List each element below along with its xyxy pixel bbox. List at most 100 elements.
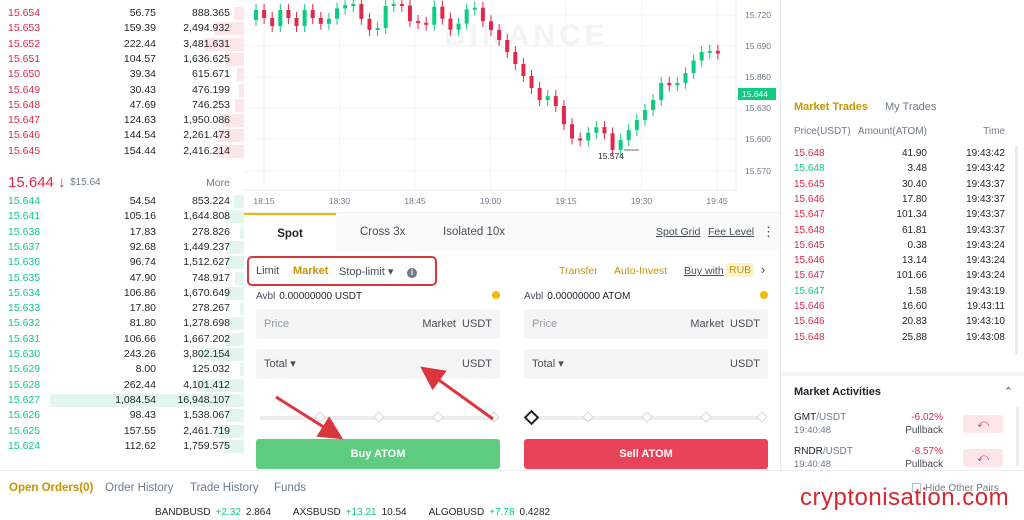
candle [586,132,591,141]
slider-node-100[interactable] [488,411,500,423]
bid-row[interactable]: 15.636 96.74 1,512.627 [0,255,244,270]
sell-total-input[interactable]: Total ▾ USDT [524,349,768,379]
order-price: 15.626 [8,409,41,422]
currency-badge[interactable]: RUB [726,263,755,277]
trade-row: 15.648 41.90 19:43:42 [781,146,1024,161]
trade-time: 19:43:42 [966,148,1005,159]
order-price: 15.633 [8,302,41,315]
coin-icon[interactable] [760,291,768,299]
tab-open-orders[interactable]: Open Orders(0) [9,482,93,494]
tab-market-trades[interactable]: Market Trades [794,101,868,113]
tab-spot[interactable]: Spot [244,213,336,251]
buy-with-link[interactable]: Buy with [684,265,724,277]
trade-price: 15.645 [794,239,825,251]
chevron-right-icon[interactable]: › [761,262,765,277]
bid-row[interactable]: 15.631 106.66 1,667.202 [0,332,244,347]
buy-price-field[interactable]: Price Market USDT [256,309,500,339]
more-vertical-icon[interactable]: ⋮ [762,224,775,240]
fee-level-link[interactable]: Fee Level [708,226,754,238]
coin-icon[interactable] [492,291,500,299]
slider-node-75[interactable] [432,411,444,423]
bid-row[interactable]: 15.628 262.44 4,101.412 [0,378,244,393]
order-total: 2,461.719 [183,424,230,437]
ask-row[interactable]: 15.646 144.54 2,261.473 [0,128,244,143]
ask-row[interactable]: 15.649 30.43 476.199 [0,83,244,98]
total-unit: USDT [462,358,492,370]
order-amount: 17.80 [129,302,156,315]
bid-row[interactable]: 15.641 105.16 1,644.808 [0,209,244,224]
bid-row[interactable]: 15.625 157.55 2,461.719 [0,424,244,439]
slider-node-25[interactable] [582,411,594,423]
ticker-item[interactable]: ALGOBUSD +7.78 0.4282 [429,507,564,518]
total-dropdown[interactable]: Total ▾ [264,349,296,379]
sell-button[interactable]: Sell ATOM [524,439,768,469]
bid-row[interactable]: 15.624 112.62 1,759.575 [0,439,244,454]
candle [383,5,388,29]
ask-row[interactable]: 15.647 124.63 1,950.086 [0,113,244,128]
total-dropdown[interactable]: Total ▾ [532,349,564,379]
ask-row[interactable]: 15.652 222.44 3,481.631 [0,37,244,52]
activity-item[interactable]: GMT/USDT 19:40:48 -6.02% Pullback ⤺ [781,412,1024,442]
order-price: 15.637 [8,240,41,253]
buy-amount-slider[interactable] [260,411,500,423]
ask-row[interactable]: 15.654 56.75 888.365 [0,6,244,21]
trades-scrollbar[interactable] [1015,145,1018,355]
sell-price-field[interactable]: Price Market USDT [524,309,768,339]
bid-row[interactable]: 15.627 1,084.54 16,948.107 [0,393,244,408]
tab-order-history[interactable]: Order History [105,482,173,494]
bid-row[interactable]: 15.644 54.54 853.224 [0,194,244,209]
bid-row[interactable]: 15.633 17.80 278.267 [0,301,244,316]
bid-row[interactable]: 15.630 243.26 3,802.154 [0,347,244,362]
tab-cross[interactable]: Cross 3x [360,213,405,251]
trade-time: 19:43:42 [966,163,1005,175]
candle [651,100,656,110]
tab-isolated[interactable]: Isolated 10x [443,213,505,251]
ask-row[interactable]: 15.650 39.34 615.671 [0,67,244,82]
order-amount: 262.44 [123,378,156,391]
price-chart[interactable]: 18:15 18:30 18:45 19:00 19:15 19:30 19:45 15.72… [244,0,780,212]
bid-row[interactable]: 15.634 106.86 1,670.649 [0,286,244,301]
activity-quote: /USDT [822,446,853,457]
order-total: 3,481.631 [183,37,230,50]
activity-time: 19:40:48 [794,459,831,470]
slider-node-50[interactable] [641,411,653,423]
more-link[interactable]: More [206,177,230,189]
candlestick-chart-svg[interactable]: 18:15 18:30 18:45 19:00 19:15 19:30 19:45 15.72… [244,0,780,212]
bid-row[interactable]: 15.632 81.80 1,278.698 [0,316,244,331]
sell-amount-slider[interactable] [523,409,768,426]
ticker-item[interactable]: AXSBUSD +13.21 10.54 [293,507,421,518]
tab-trade-history[interactable]: Trade History [190,482,259,494]
pullback-icon[interactable]: ⤺ [963,415,1003,433]
bid-row[interactable]: 15.635 47.90 748.917 [0,271,244,286]
trade-row: 15.648 25.88 19:43:08 [781,330,1024,345]
slider-node-50[interactable] [373,411,385,423]
candle [399,4,404,6]
ask-row[interactable]: 15.648 47.69 746.253 [0,98,244,113]
buy-button[interactable]: Buy ATOM [256,439,500,469]
ask-row[interactable]: 15.645 154.44 2,416.214 [0,144,244,159]
bid-row[interactable]: 15.629 8.00 125.032 [0,362,244,377]
auto-invest-link[interactable]: Auto-Invest [614,265,667,277]
activities-scrollbar[interactable] [1016,406,1019,466]
ticker-item[interactable]: BANDBUSD +2.32 2.864 [155,507,285,518]
ask-row[interactable]: 15.651 104.57 1,636.625 [0,52,244,67]
slider-node-100[interactable] [756,411,768,423]
slider-node-25[interactable] [314,411,326,423]
bid-row[interactable]: 15.637 92.68 1,449.237 [0,240,244,255]
pullback-icon[interactable]: ⤺ [963,449,1003,467]
bid-row[interactable]: 15.638 17.83 278.826 [0,225,244,240]
spot-grid-link[interactable]: Spot Grid [656,226,700,238]
transfer-link[interactable]: Transfer [559,265,598,277]
bid-row[interactable]: 15.626 98.43 1,538.067 [0,408,244,423]
candle [359,4,364,19]
slider-node-75[interactable] [700,411,712,423]
slider-handle[interactable] [523,409,540,426]
ask-row[interactable]: 15.653 159.39 2,494.932 [0,21,244,36]
collapse-icon[interactable]: ⌃ [1004,385,1013,398]
price-tick-label: 15.720 [745,10,771,20]
order-total: 125.032 [192,363,230,376]
tab-my-trades[interactable]: My Trades [885,101,936,113]
buy-total-input[interactable]: Total ▾ USDT [256,349,500,379]
trade-amount: 0.38 [907,239,927,251]
tab-funds[interactable]: Funds [274,482,306,494]
